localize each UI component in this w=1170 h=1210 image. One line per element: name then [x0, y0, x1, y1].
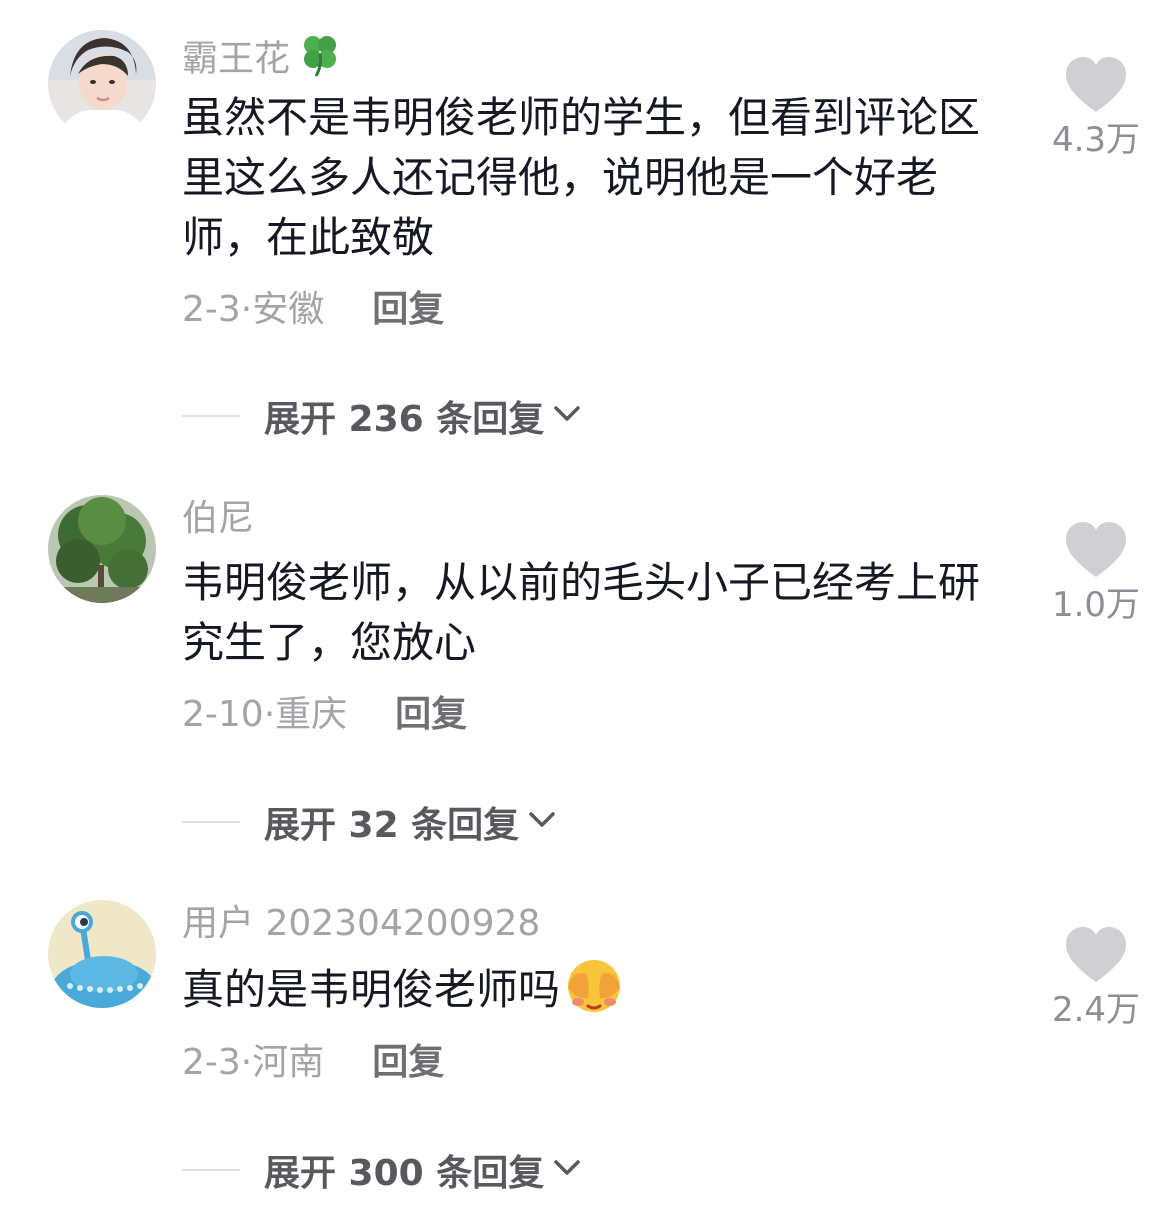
chevron-down-icon: [527, 810, 557, 834]
comment-text: 虽然不是韦明俊老师的学生，但看到评论区里这么多人还记得他，说明他是一个好老师，在…: [182, 93, 981, 262]
expand-replies-button[interactable]: 展开 32 条回复: [182, 798, 557, 846]
avatar[interactable]: [48, 30, 156, 138]
heart-icon: [1066, 927, 1126, 982]
face-with-hands-over-eyes-icon: [564, 958, 624, 1030]
comment-date: 2-3·: [182, 1042, 253, 1083]
reply-button[interactable]: 回复: [395, 694, 467, 735]
four-leaf-clover-icon: [296, 30, 344, 91]
comment-location: 重庆: [275, 694, 348, 735]
heart-icon: [1066, 522, 1126, 577]
comment-location: 河南: [252, 1042, 325, 1083]
like-count: 4.3万: [1051, 120, 1141, 160]
like-count: 2.4万: [1051, 990, 1141, 1030]
username[interactable]: 用户 202304200928: [182, 900, 540, 948]
divider: [182, 821, 240, 823]
comment-date: 2-3·: [182, 289, 253, 330]
comment-date: 2-10·: [182, 694, 276, 735]
expand-replies-button[interactable]: 展开 236 条回复: [182, 392, 582, 440]
avatar[interactable]: [48, 900, 156, 1008]
expand-replies-button[interactable]: 展开 300 条回复: [182, 1146, 582, 1194]
comment-meta: 2-10·重庆 回复: [182, 691, 467, 739]
like-button[interactable]: 4.3万: [1040, 56, 1152, 160]
divider: [182, 415, 240, 417]
comment-location: 安徽: [252, 289, 325, 330]
like-button[interactable]: 1.0万: [1040, 521, 1152, 625]
username[interactable]: 伯尼: [182, 495, 254, 543]
chevron-down-icon: [552, 404, 582, 428]
like-count: 1.0万: [1051, 585, 1141, 625]
reply-button[interactable]: 回复: [372, 289, 444, 330]
username[interactable]: 霸王花: [182, 30, 344, 91]
comment-meta: 2-3·河南 回复: [182, 1039, 444, 1087]
comment-meta: 2-3·安徽 回复: [182, 286, 444, 334]
like-button[interactable]: 2.4万: [1040, 926, 1152, 1030]
divider: [182, 1169, 240, 1171]
reply-button[interactable]: 回复: [372, 1042, 444, 1083]
avatar[interactable]: [48, 495, 156, 603]
heart-icon: [1066, 57, 1126, 112]
comment-text: 韦明俊老师，从以前的毛头小子已经考上研究生了，您放心: [182, 558, 981, 667]
chevron-down-icon: [552, 1158, 582, 1182]
comment-text: 真的是韦明俊老师吗: [182, 958, 1002, 1030]
